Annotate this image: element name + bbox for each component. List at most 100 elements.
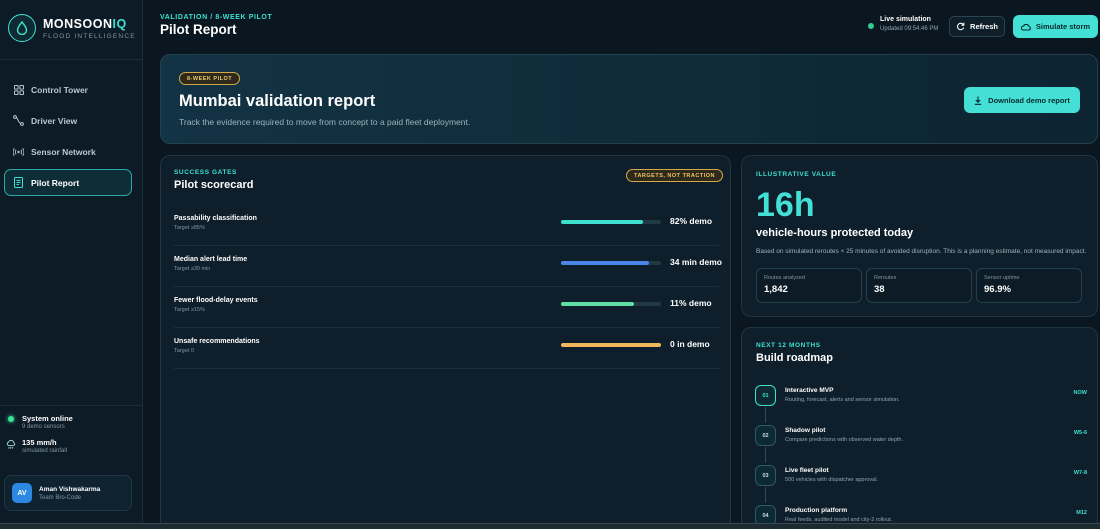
refresh-icon [956,22,965,31]
download-icon [974,96,982,105]
simulate-storm-button[interactable]: Simulate storm [1013,15,1098,38]
download-report-button[interactable]: Download demo report [964,87,1080,113]
refresh-label: Refresh [970,22,998,31]
stat-value: 38 [874,284,885,295]
sidebar-item-sensor-network[interactable]: Sensor Network [4,138,132,165]
stat-reroutes: Reroutes 38 [866,268,972,303]
status-rainfall: 135 mm/h simulated rainfall [6,438,136,454]
metric-target: Target 0 [174,348,194,354]
live-updated: Updated 09:54:46 PM [880,26,939,32]
route-icon [13,115,24,126]
roadmap-step: 02 Shadow pilot Compare predictions with… [755,423,1087,463]
droplet-logo-icon [8,14,36,42]
metric-progress-bar [561,343,661,347]
stat-label: Sensor uptime [984,275,1020,281]
stat-value: 1,842 [764,284,788,295]
metric-row: Passability classification Target ≥85% 8… [174,205,719,246]
status-system-online: System online 9 demo sensors [6,414,136,430]
step-number: 01 [755,385,776,406]
metric-progress-fill [561,343,661,347]
step-title: Live fleet pilot [785,467,829,474]
metric-progress-bar [561,302,661,306]
value-big-number: 16h [756,186,815,224]
hero-title: Mumbai validation report [179,92,376,110]
step-description: 500 vehicles with dispatcher approval. [785,477,878,483]
page-header: VALIDATION / 8-WEEK PILOT Pilot Report L… [143,0,1100,50]
hero-subtitle: Track the evidence required to move from… [179,117,471,127]
step-title: Production platform [785,507,848,514]
metric-label: Fewer flood-delay events [174,297,258,304]
metric-progress-fill [561,302,634,306]
metric-progress-fill [561,220,643,224]
metric-value: 11% demo [670,298,712,308]
app-root: MONSOONIQ FLOOD INTELLIGENCE Control Tow… [0,0,1100,529]
step-connector [765,487,766,503]
metric-progress-fill [561,261,649,265]
brand-name: MONSOONIQ [43,16,127,31]
scorecard-title: Pilot scorecard [174,179,254,191]
sidebar-item-pilot-report[interactable]: Pilot Report [4,169,132,196]
metric-label: Passability classification [174,215,257,222]
stat-label: Reroutes [874,275,897,281]
value-eyebrow: ILLUSTRATIVE VALUE [756,171,837,178]
step-number: 03 [755,465,776,486]
metric-target: Target ≥30 min [174,266,211,272]
sidebar-divider [0,405,143,406]
sidebar-item-label: Driver View [31,115,78,126]
brand-tagline: FLOOD INTELLIGENCE [43,32,136,40]
roadmap-title: Build roadmap [756,352,834,364]
page-title: Pilot Report [160,22,237,37]
system-status: System online 9 demo sensors 135 mm/h si… [6,414,136,462]
pilot-scorecard-card: SUCCESS GATES Pilot scorecard TARGETS, N… [160,155,731,529]
metric-row: Unsafe recommendations Target 0 0 in dem… [174,328,719,369]
avatar: AV [12,483,32,503]
targets-badge: TARGETS, NOT TRACTION [626,169,723,182]
user-card[interactable]: AV Aman Vishwakarma Team Bro-Code [4,475,132,511]
user-team: Team Bro-Code [39,494,82,501]
sidebar-item-driver-view[interactable]: Driver View [4,107,132,134]
roadmap-step: 01 Interactive MVP Routing, forecast, al… [755,383,1087,423]
step-number: 02 [755,425,776,446]
metric-target: Target ≥15% [174,307,205,313]
brand[interactable]: MONSOONIQ FLOOD INTELLIGENCE [8,14,136,42]
status-title: System online [22,414,73,423]
cloud-icon [1020,23,1031,31]
step-title: Interactive MVP [785,387,834,394]
value-big-label: vehicle-hours protected today [756,227,914,239]
scorecard-eyebrow: SUCCESS GATES [174,169,237,176]
sidebar: MONSOONIQ FLOOD INTELLIGENCE Control Tow… [0,0,143,529]
step-timing: W5-6 [1073,430,1087,436]
sidebar-item-label: Control Tower [31,84,88,95]
step-timing: M12 [1076,510,1087,516]
step-description: Routing, forecast, alerts and sensor sim… [785,397,900,403]
status-title: 135 mm/h [22,438,57,447]
sidebar-item-label: Pilot Report [31,177,80,188]
stat-label: Routes analyzed [764,275,805,281]
signal-icon [13,146,24,157]
step-connector [765,407,766,423]
metric-list: Passability classification Target ≥85% 8… [174,205,722,369]
sidebar-nav: Control Tower Driver View Sensor Network… [4,76,132,200]
sidebar-item-label: Sensor Network [31,146,96,157]
user-name: Aman Vishwakarma [39,485,101,493]
metric-row: Fewer flood-delay events Target ≥15% 11%… [174,287,719,328]
metric-label: Unsafe recommendations [174,338,260,345]
step-timing: W7-8 [1073,470,1087,476]
build-roadmap-card: NEXT 12 MONTHS Build roadmap 01 Interact… [741,327,1098,529]
refresh-button[interactable]: Refresh [949,16,1005,37]
status-sub: simulated rainfall [22,448,68,454]
metric-label: Median alert lead time [174,256,248,263]
sidebar-item-control-tower[interactable]: Control Tower [4,76,132,103]
roadmap-step: 03 Live fleet pilot 500 vehicles with di… [755,463,1087,503]
metric-progress-bar [561,220,661,224]
illustrative-value-card: ILLUSTRATIVE VALUE 16h vehicle-hours pro… [741,155,1098,317]
pilot-badge: 8-WEEK PILOT [179,72,241,85]
metric-value: 82% demo [670,216,713,226]
metric-row: Median alert lead time Target ≥30 min 34… [174,246,722,287]
rain-cloud-icon [6,440,16,450]
metric-value: 34 min demo [670,257,722,267]
simulate-storm-label: Simulate storm [1035,22,1091,31]
online-dot-icon [6,416,16,422]
breadcrumb: VALIDATION / 8-WEEK PILOT [160,14,273,21]
sidebar-divider [0,59,143,60]
